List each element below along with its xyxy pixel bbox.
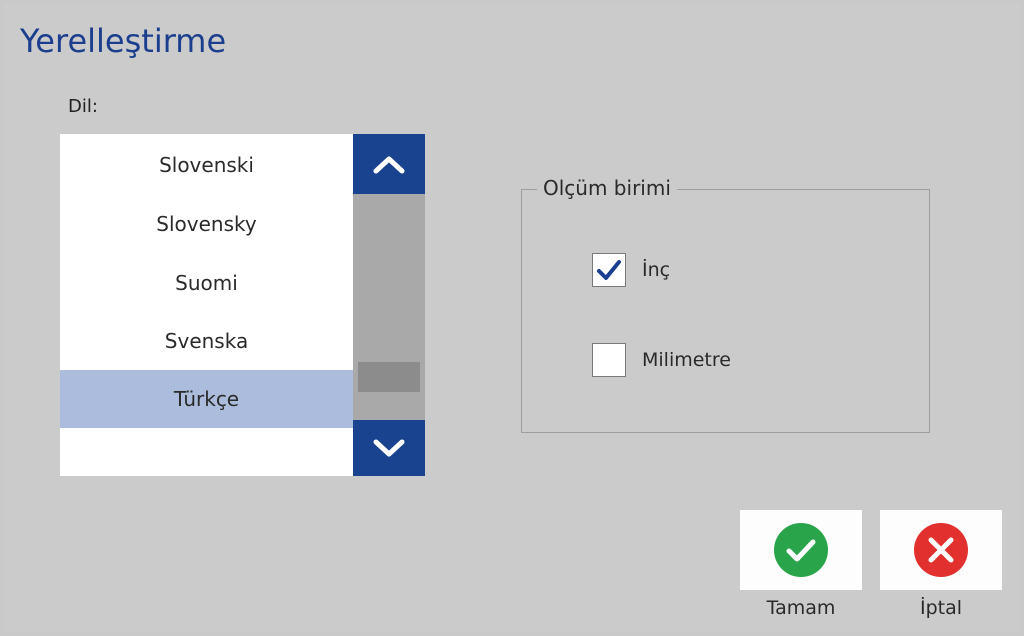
- list-item-label: Türkçe: [173, 387, 240, 411]
- inch-checkbox[interactable]: [592, 253, 626, 287]
- list-item-label: Svenska: [164, 329, 249, 353]
- cancel-button[interactable]: [880, 510, 1002, 590]
- scroll-up-button[interactable]: [353, 134, 425, 194]
- checkmark-circle-icon: [774, 523, 828, 577]
- measurement-unit-legend: Olçüm birimi: [537, 176, 677, 200]
- list-item-label: Suomi: [175, 271, 238, 295]
- ok-button[interactable]: [740, 510, 862, 590]
- list-item-slovensky[interactable]: Slovensky: [60, 195, 353, 253]
- x-circle-icon: [914, 523, 968, 577]
- list-item-suomi[interactable]: Suomi: [60, 254, 353, 312]
- unit-option-millimeter[interactable]: Milimetre: [592, 343, 731, 377]
- cancel-label: İptal: [919, 597, 963, 619]
- measurement-unit-group: [521, 189, 930, 433]
- scroll-thumb[interactable]: [358, 362, 420, 392]
- language-list[interactable]: Slovenski Slovensky Suomi Svenska Türkçe: [60, 134, 353, 476]
- ok-label: Tamam: [766, 597, 836, 619]
- scroll-down-button[interactable]: [353, 420, 425, 476]
- chevron-down-icon: [373, 439, 405, 457]
- language-label: Dil:: [68, 96, 98, 117]
- checkmark-icon: [597, 260, 621, 280]
- millimeter-label: Milimetre: [642, 349, 731, 371]
- list-item-label: Slovensky: [156, 212, 257, 236]
- chevron-up-icon: [373, 156, 405, 174]
- list-item-slovenski[interactable]: Slovenski: [60, 136, 353, 194]
- list-item-svenska[interactable]: Svenska: [60, 312, 353, 370]
- millimeter-checkbox[interactable]: [592, 343, 626, 377]
- list-item-turkce[interactable]: Türkçe: [60, 370, 353, 428]
- dialog-title: Yerelleştirme: [20, 22, 227, 60]
- list-item-label: Slovenski: [159, 153, 254, 177]
- language-scrollbar[interactable]: [353, 134, 425, 476]
- inch-label: İnç: [642, 259, 671, 281]
- unit-option-inch[interactable]: İnç: [592, 253, 670, 287]
